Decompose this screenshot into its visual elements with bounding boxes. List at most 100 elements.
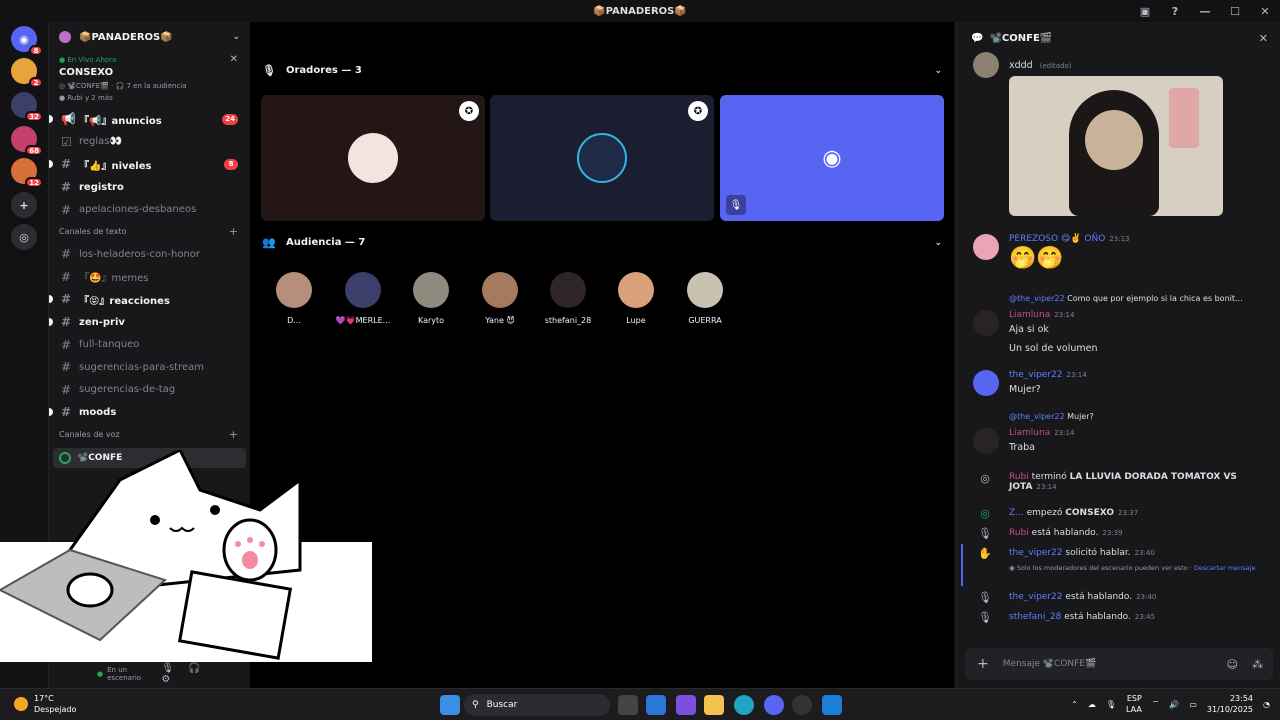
avatar [973,52,999,78]
close-icon[interactable]: ✕ [230,54,238,65]
store-icon[interactable] [646,695,666,715]
avatar [550,272,586,308]
audience-member[interactable]: sthefani_28 [536,272,600,325]
clock[interactable]: 23:54 31/10/2025 [1207,693,1253,715]
speaker-tile-1[interactable]: ✪ [261,95,485,221]
microphone-tray-icon[interactable]: 🎙 [1106,700,1116,709]
copilot-icon[interactable] [676,695,696,715]
volume-icon[interactable]: 🔊 [1169,700,1179,709]
server-icon-a[interactable]: 2 [11,58,43,88]
chat-message[interactable]: Liamluna 23:14 Aja si ok Un sol de volume… [1009,310,1269,354]
channel-zen-priv[interactable]: # zen-priv [49,311,250,334]
search-icon: ⚲ [472,700,479,710]
stage-end-icon: ◎ [980,472,990,485]
language-indicator[interactable]: ESP LAA [1126,693,1142,715]
system-message: Rubi está hablando. 23:39 [1009,528,1123,538]
window-title: 📦PANADEROS📦 [593,5,687,17]
server-icon-c[interactable]: 68 [11,126,43,156]
discord-home-icon[interactable]: ◉ 8 [11,26,43,56]
discord-taskbar-icon[interactable] [764,695,784,715]
channel-reglas[interactable]: ☑ reglas👀 [49,131,250,154]
stage-chat-panel: 💬 📽️CONFE🎬 ✕ xddd (editado) PEREZOSO 😋✌️… [956,22,1280,688]
attached-image[interactable] [1009,76,1223,216]
add-attachment-icon[interactable]: + [977,656,989,672]
chat-message[interactable]: the_viper22 23:14 Mujer? [1009,370,1269,395]
moderator-icon: ✪ [688,101,708,121]
app-icon[interactable] [822,695,842,715]
apps-icon[interactable]: ⁂ [1252,658,1263,671]
channel-moods[interactable]: # moods [49,401,250,424]
audience-member[interactable]: Lupe [604,272,668,325]
channel-anuncios[interactable]: 📢 『📢』anuncios 24 [49,108,250,131]
wifi-icon[interactable]: ⌔ [1152,699,1160,709]
category-voice[interactable]: Canales de voz + [49,424,250,446]
server-d-badge: 12 [25,177,43,188]
help-icon[interactable]: ? [1160,0,1190,22]
live-meta: ◎ 📽️CONFE🎬 · 🎧 7 en la audiencia [59,82,187,90]
hash-icon: # [61,315,72,330]
channel-reacciones[interactable]: # 『😝』reacciones [49,288,250,311]
message-input[interactable]: + Mensaje 📽️CONFE🎬 ☺ ⁂ [965,648,1273,680]
emoji-icon[interactable]: ☺ [1227,658,1238,671]
user-controls-icon[interactable]: 🎙🎧⚙ [161,663,235,685]
weather-sun-icon [14,697,28,711]
category-text[interactable]: Canales de texto + [49,221,250,243]
chevron-up-icon[interactable]: ⌃ [1071,700,1078,709]
file-explorer-icon[interactable] [704,695,724,715]
channel-niveles[interactable]: # 『👍』niveles 8 [49,153,250,176]
speaker-tile-2[interactable]: ✪ [490,95,714,221]
channel-sugerencias-stream[interactable]: # sugerencias-para-stream [49,356,250,379]
chat-message[interactable]: PEREZOSO 😋✌️ OÑO 23:13 🤭🤭 [1009,234,1269,271]
server-icon-b[interactable]: 32 [11,92,43,122]
maximize-button[interactable]: ☐ [1220,0,1250,22]
avatar [276,272,312,308]
audience-member[interactable]: D... [262,272,326,325]
reply-preview[interactable]: @the_viper22 Mujer? [1009,412,1269,421]
chat-message[interactable]: xddd (editado) [1009,60,1269,71]
channel-registro[interactable]: # registro [49,176,250,199]
server-c-badge: 68 [25,145,43,156]
speakers-header[interactable]: 🎙 Oradores — 3 ⌄ [262,64,942,77]
server-header[interactable]: 📦PANADEROS📦 ⌄ [49,22,250,52]
add-channel-icon[interactable]: + [229,225,238,238]
reply-preview[interactable]: @the_viper22 Como que por ejemplo si la … [1009,294,1269,303]
network-icon[interactable]: ☁ [1088,700,1096,709]
notifications-icon[interactable]: ◔ [1263,700,1270,709]
home-badge: 8 [29,45,43,56]
battery-icon[interactable]: ▭ [1189,700,1197,709]
live-title: CONSEXO [59,67,114,78]
channel-memes[interactable]: # 『🤩』memes [49,266,250,289]
close-icon[interactable]: ✕ [1259,32,1268,45]
close-button[interactable]: ✕ [1250,0,1280,22]
chat-message[interactable]: Liamluna 23:14 Traba [1009,428,1269,453]
audience-header[interactable]: 👥 Audiencia — 7 ⌄ [262,236,942,249]
user-panel: ● En un escenario 🎙🎧⚙ [49,660,251,688]
weather-widget[interactable]: 17°C Despejado [14,693,76,715]
channel-los-heladeros[interactable]: # los-heladeros-con-honor [49,243,250,266]
task-view-icon[interactable] [618,695,638,715]
edge-icon[interactable] [734,695,754,715]
chat-header: 💬 📽️CONFE🎬 ✕ [971,31,1268,45]
discover-icon[interactable]: ◎ [11,224,37,250]
add-server-icon[interactable]: + [11,192,37,218]
audience-member[interactable]: 💜💗MERLE... [331,272,395,325]
audience-member[interactable]: GUERRA [673,272,737,325]
server-b-badge: 32 [25,111,43,122]
server-icon-d[interactable]: 12 [11,158,43,188]
chat-bubble-icon: 💬 [971,32,984,44]
add-channel-icon[interactable]: + [229,428,238,441]
minimize-button[interactable]: — [1190,0,1220,22]
inbox-icon[interactable]: ▣ [1130,0,1160,22]
live-stage-card[interactable]: ● En Vivo Ahora CONSEXO ◎ 📽️CONFE🎬 · 🎧 7… [53,52,246,108]
audience-member[interactable]: Karyto [399,272,463,325]
channel-apelaciones[interactable]: # apelaciones-desbaneos [49,198,250,221]
speaker-tile-3[interactable]: ◉ 🎙 [720,95,944,221]
channel-full-tanqueo[interactable]: # full-tanqueo [49,333,250,356]
channel-sugerencias-tag[interactable]: # sugerencias-de-tag [49,379,250,402]
taskbar-search[interactable]: ⚲ Buscar [464,694,610,716]
rules-icon: ☑ [61,134,72,149]
chrome-icon[interactable] [792,695,812,715]
start-icon[interactable] [440,695,460,715]
dismiss-link[interactable]: Descartar mensaje [1194,564,1256,572]
audience-member[interactable]: Yane 😈 [468,272,532,325]
